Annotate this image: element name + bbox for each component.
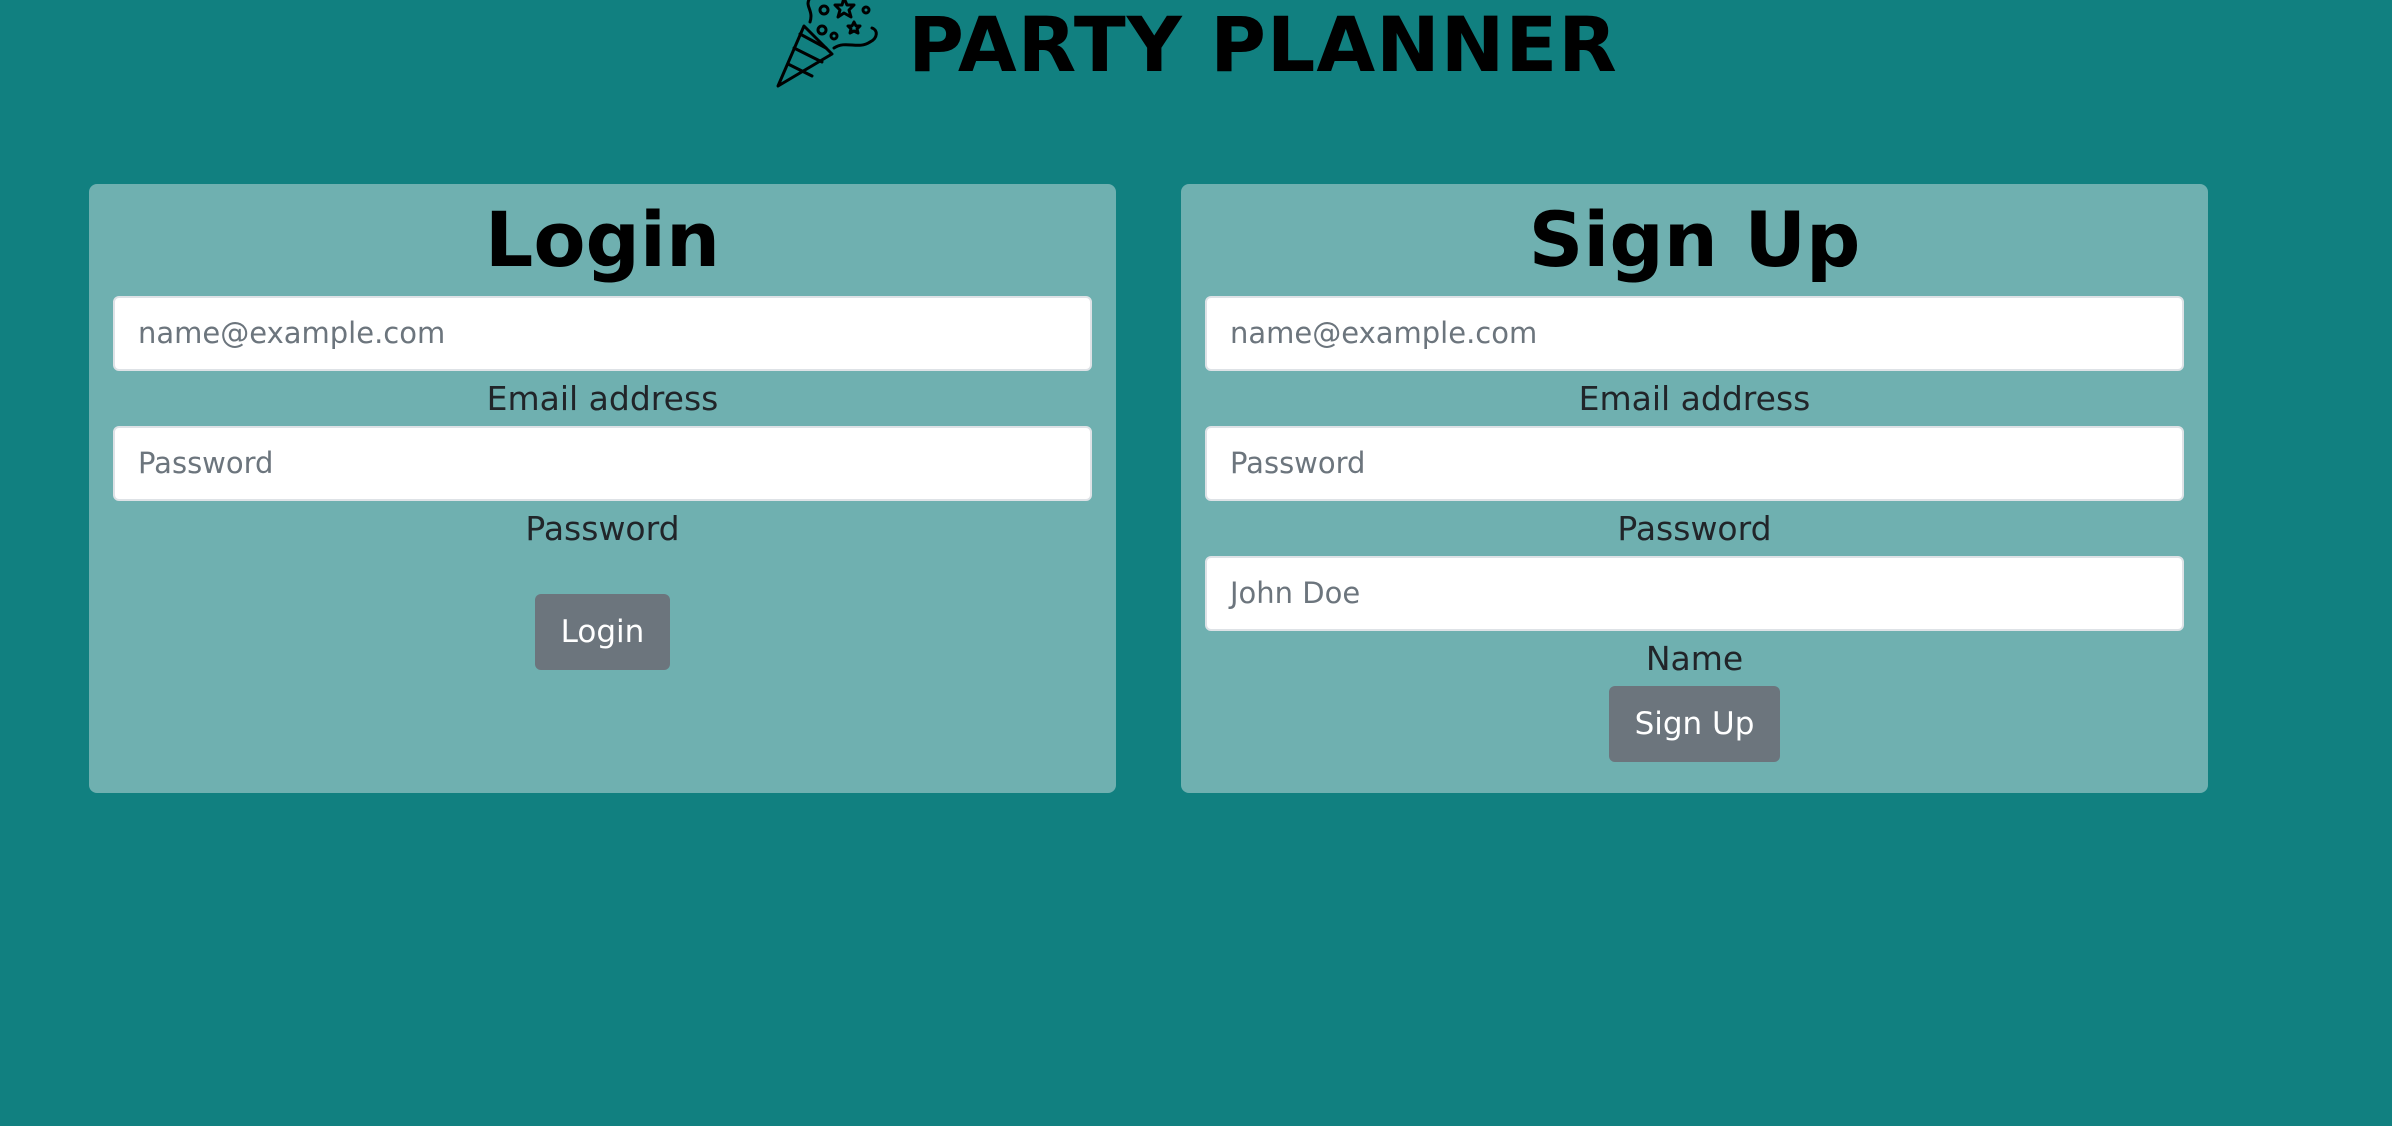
login-email-label: Email address — [486, 379, 719, 418]
app-title: PARTY PLANNER — [908, 0, 1618, 89]
signup-title: Sign Up — [1528, 195, 1861, 284]
signup-password-label: Password — [1617, 509, 1772, 548]
signup-password-input[interactable]: Password — [1205, 426, 2184, 501]
login-title: Login — [484, 195, 721, 284]
header: PARTY PLANNER — [0, 0, 2392, 95]
signup-name-label: Name — [1645, 639, 1744, 678]
brand: PARTY PLANNER — [774, 0, 1618, 92]
page: PARTY PLANNER Login name@example.com Ema… — [0, 0, 2392, 1126]
login-card: Login name@example.com Email address Pas… — [89, 184, 1116, 793]
login-password-label: Password — [525, 509, 680, 548]
signup-name-input[interactable]: John Doe — [1205, 556, 2184, 631]
signup-email-input[interactable]: name@example.com — [1205, 296, 2184, 371]
signup-card: Sign Up name@example.com Email address P… — [1181, 184, 2208, 793]
signup-button[interactable]: Sign Up — [1608, 686, 1781, 762]
party-popper-icon — [776, 0, 878, 88]
signup-email-label: Email address — [1578, 379, 1811, 418]
login-button[interactable]: Login — [534, 594, 671, 670]
login-password-input[interactable]: Password — [113, 426, 1092, 501]
login-email-input[interactable]: name@example.com — [113, 296, 1092, 371]
